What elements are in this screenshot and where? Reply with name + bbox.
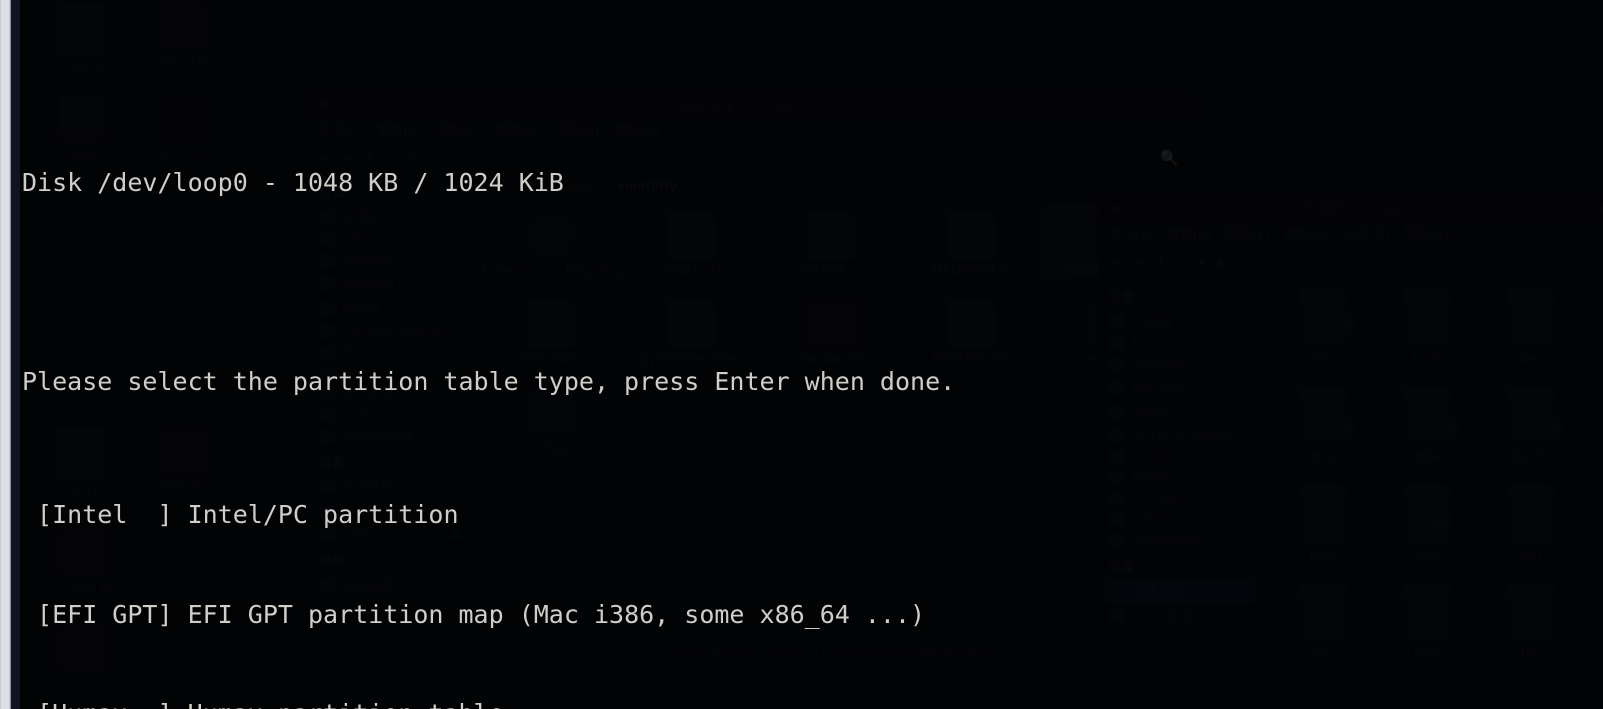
option-label: Intel/PC partition [187,499,459,529]
prompt-line: Please select the partition table type, … [22,367,956,397]
option-key: [Humax ] [22,699,188,709]
screen-root: 主文件夹 out1.txt 回收站 kali-shield pwn1 flag.… [0,0,1603,709]
scrollbar-thumb[interactable] [1,0,9,709]
option-label: Humax partition table [188,699,504,709]
option-humax[interactable]: [Humax ] Humax partition table [22,697,1603,709]
option-intel[interactable]: [Intel ] Intel/PC partition [22,498,1603,531]
option-label: EFI GPT partition map (Mac i386, some x8… [187,599,926,629]
terminal-window[interactable]: Disk /dev/loop0 - 1048 KB / 1024 KiB Ple… [0,0,1603,709]
terminal-output: Disk /dev/loop0 - 1048 KB / 1024 KiB Ple… [22,0,1603,709]
option-efi-gpt[interactable]: [EFI GPT] EFI GPT partition map (Mac i38… [22,598,1603,631]
terminal-scrollbar[interactable] [0,0,11,709]
option-key: [Intel ] [22,499,188,529]
option-key: [EFI GPT] [22,599,188,629]
disk-info-line: Disk /dev/loop0 - 1048 KB / 1024 KiB [22,168,564,197]
terminal-gutter [11,0,20,709]
